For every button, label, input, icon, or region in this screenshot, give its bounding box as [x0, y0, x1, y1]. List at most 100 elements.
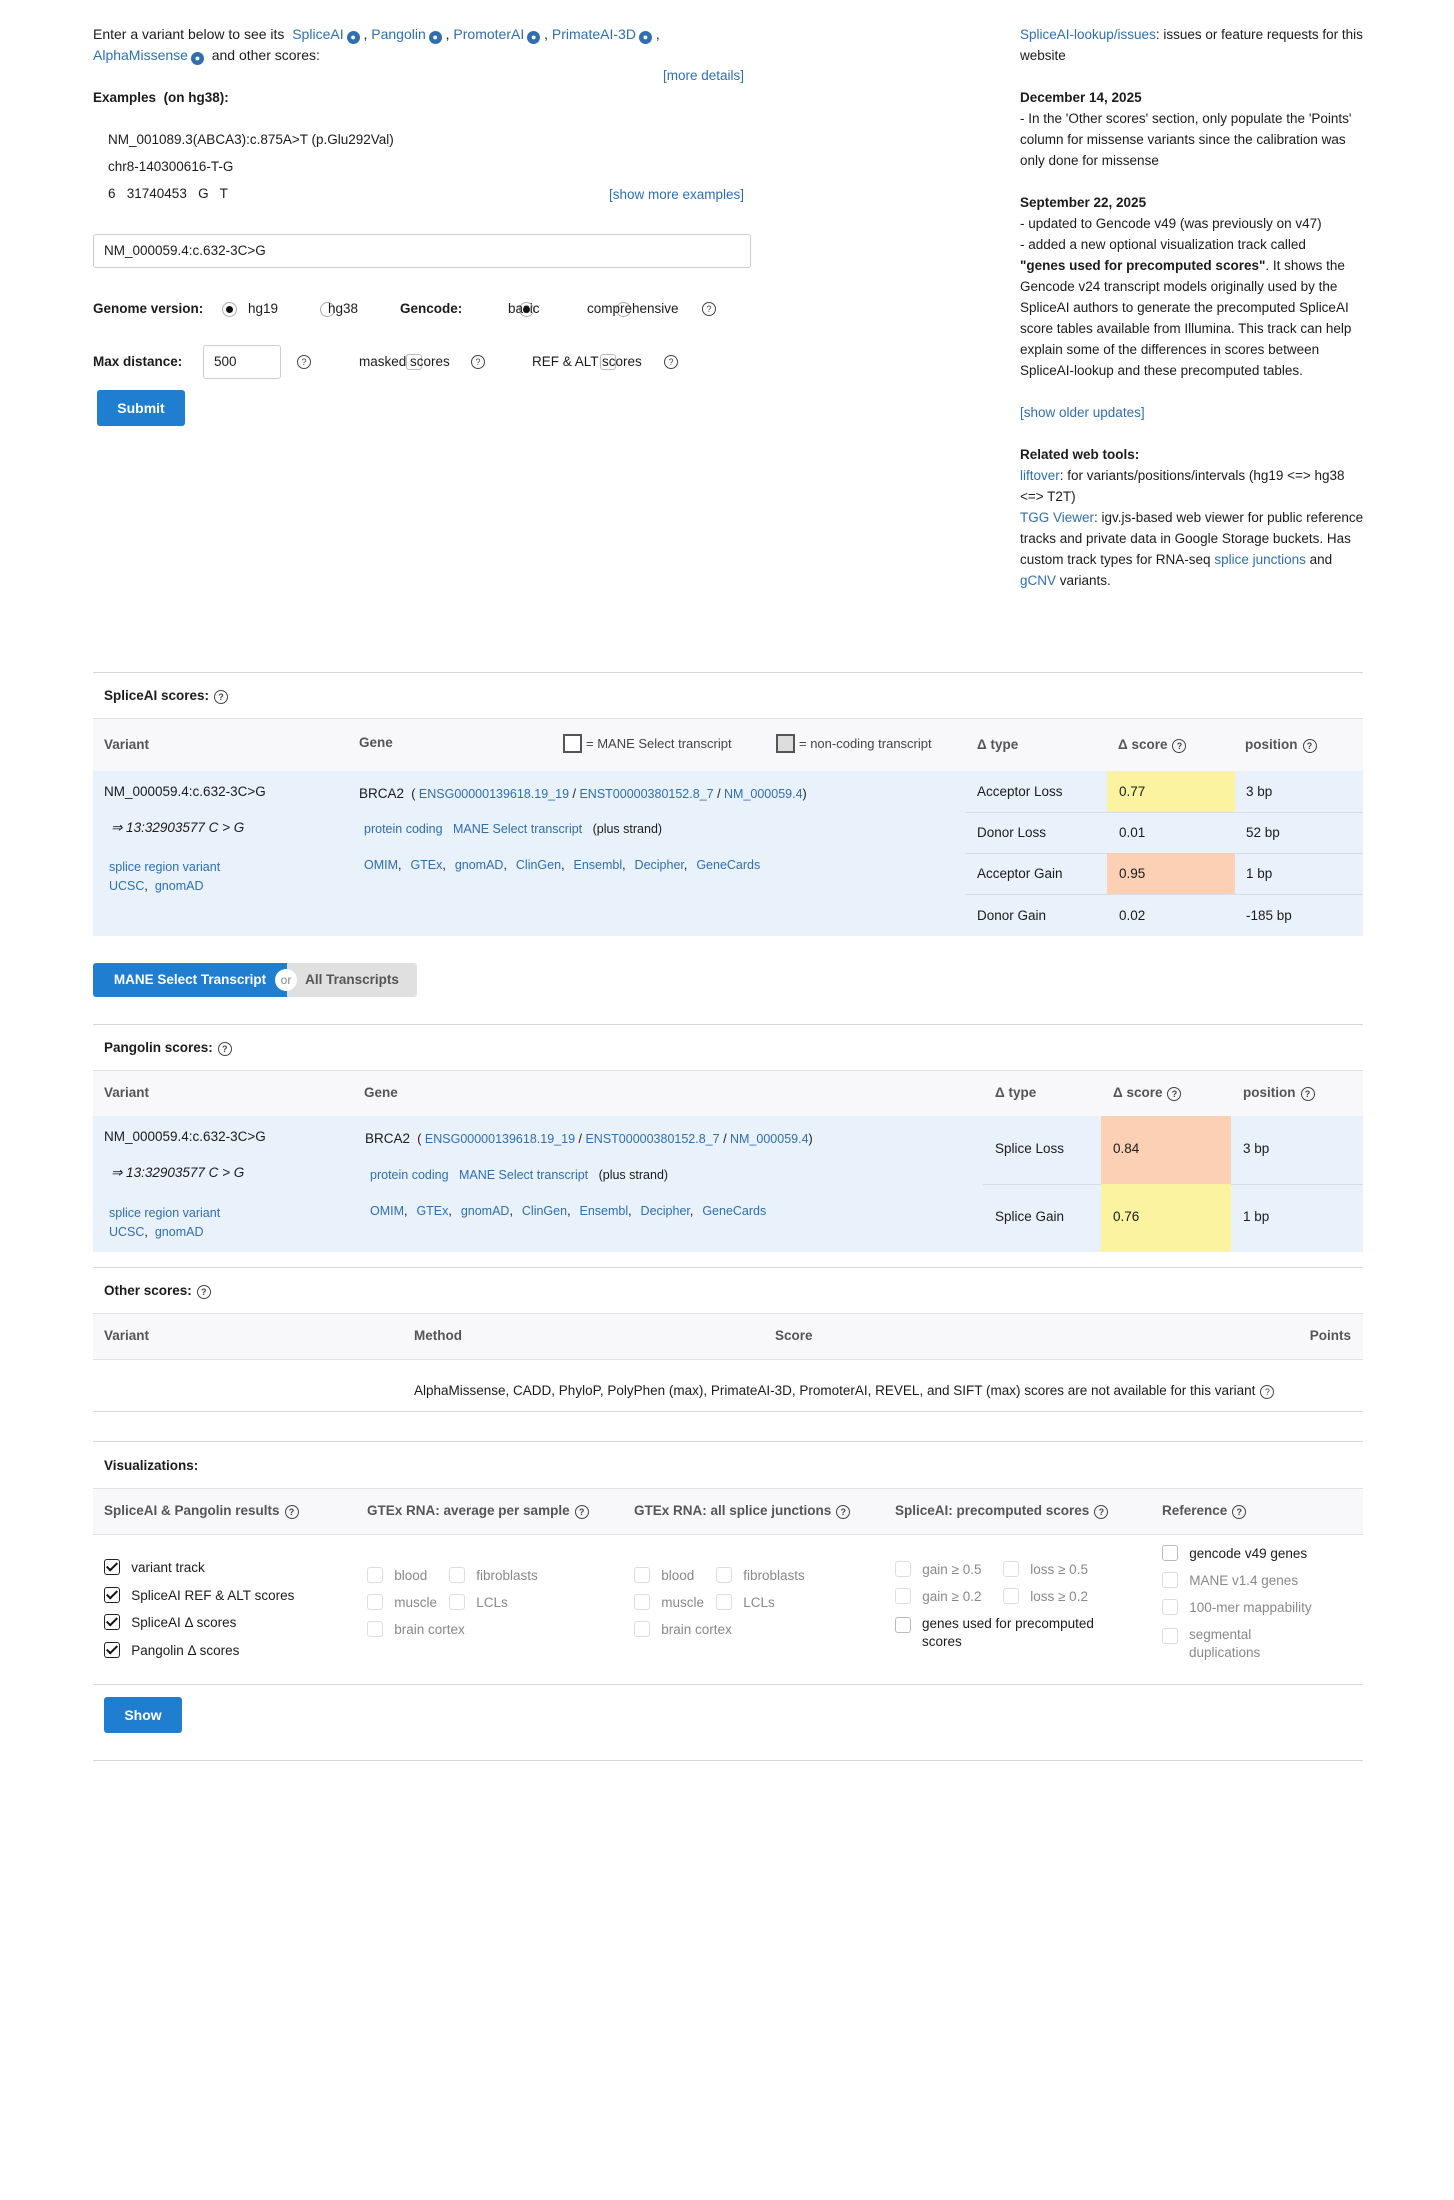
ensembl-link[interactable]: Ensembl: [573, 858, 622, 872]
tgg-viewer-link[interactable]: TGG Viewer: [1020, 510, 1094, 525]
other-scores-message: AlphaMissense, CADD, PhyloP, PolyPhen (m…: [414, 1383, 1275, 1399]
variant-search-input[interactable]: NM_000059.4:c.632-3C>G: [93, 234, 751, 268]
biotype-link[interactable]: protein coding: [370, 1168, 449, 1182]
mane-select-toggle[interactable]: MANE Select Transcript: [93, 963, 287, 997]
primateai-link[interactable]: PrimateAI-3D: [552, 26, 636, 42]
max-distance-input[interactable]: 500: [203, 345, 281, 379]
show-more-examples-link[interactable]: [show more examples]: [609, 187, 744, 202]
help-icon[interactable]: ?: [1094, 1505, 1109, 1519]
junction-blood-checkbox[interactable]: [634, 1567, 650, 1583]
promoterai-link[interactable]: PromoterAI: [453, 26, 524, 42]
junction-muscle-checkbox[interactable]: [634, 1594, 650, 1610]
show-older-updates-link[interactable]: [show older updates]: [1020, 405, 1145, 420]
decipher-link[interactable]: Decipher: [641, 1204, 690, 1218]
junction-fibroblasts-checkbox[interactable]: [716, 1567, 732, 1583]
gtex-muscle-checkbox[interactable]: [367, 1594, 383, 1610]
decipher-link[interactable]: Decipher: [635, 858, 684, 872]
nm-link[interactable]: NM_000059.4: [730, 1132, 809, 1146]
github-icon[interactable]: ●: [638, 31, 652, 44]
issues-link[interactable]: SpliceAI-lookup/issues: [1020, 27, 1156, 42]
ucsc-link[interactable]: UCSC: [109, 879, 144, 893]
ensg-link[interactable]: ENSG00000139618.19_19: [425, 1132, 575, 1146]
gnomad-link[interactable]: gnomAD: [155, 879, 204, 893]
spliceai-delta-checkbox[interactable]: [104, 1614, 120, 1630]
help-icon[interactable]: ?: [664, 355, 678, 369]
variant-track-checkbox[interactable]: [104, 1559, 120, 1575]
alphamissense-link[interactable]: AlphaMissense: [93, 47, 188, 63]
more-details-link[interactable]: [more details]: [663, 68, 744, 83]
enst-link[interactable]: ENST00000380152.8_7: [585, 1132, 719, 1146]
help-icon[interactable]: ?: [1232, 1505, 1247, 1519]
clingen-link[interactable]: ClinGen: [516, 858, 561, 872]
nm-link[interactable]: NM_000059.4: [724, 787, 803, 801]
help-icon[interactable]: ?: [1302, 739, 1317, 753]
example-item[interactable]: chr8-140300616-T-G: [108, 159, 233, 174]
help-icon[interactable]: ?: [836, 1505, 851, 1519]
loss-05-checkbox[interactable]: [1003, 1561, 1019, 1577]
github-icon[interactable]: ●: [190, 52, 204, 65]
help-icon[interactable]: ?: [574, 1505, 589, 1519]
mappability-checkbox[interactable]: [1162, 1599, 1178, 1615]
gtex-lcls-checkbox[interactable]: [449, 1594, 465, 1610]
omim-link[interactable]: OMIM: [364, 858, 398, 872]
help-icon[interactable]: ?: [471, 355, 485, 369]
ensembl-link[interactable]: Ensembl: [579, 1204, 628, 1218]
help-icon[interactable]: ?: [1260, 1385, 1275, 1399]
help-icon[interactable]: ?: [284, 1505, 299, 1519]
gtex-link[interactable]: GTEx: [410, 858, 442, 872]
show-button[interactable]: Show: [104, 1697, 182, 1733]
clingen-link[interactable]: ClinGen: [522, 1204, 567, 1218]
consequence-link[interactable]: splice region variant: [109, 860, 220, 874]
submit-button[interactable]: Submit: [97, 390, 185, 426]
enst-link[interactable]: ENST00000380152.8_7: [579, 787, 713, 801]
junction-lcls-checkbox[interactable]: [716, 1594, 732, 1610]
mane-genes-checkbox[interactable]: [1162, 1572, 1178, 1588]
gencode-genes-checkbox[interactable]: [1162, 1545, 1178, 1561]
viz-results-options: variant track SpliceAI REF & ALT scores …: [104, 1554, 294, 1664]
pangolin-delta-checkbox[interactable]: [104, 1641, 120, 1658]
biotype-link[interactable]: protein coding: [364, 822, 443, 836]
gnomad-gene-link[interactable]: gnomAD: [455, 858, 504, 872]
genecards-link[interactable]: GeneCards: [696, 858, 760, 872]
help-icon[interactable]: ?: [196, 1285, 211, 1299]
genes-precomputed-checkbox[interactable]: [895, 1617, 911, 1633]
gain-05-checkbox[interactable]: [895, 1561, 911, 1577]
segdup-checkbox[interactable]: [1162, 1628, 1178, 1644]
ucsc-link[interactable]: UCSC: [109, 1225, 144, 1239]
github-icon[interactable]: ●: [527, 31, 541, 44]
gain-02-checkbox[interactable]: [895, 1588, 911, 1604]
mane-select-link[interactable]: MANE Select transcript: [459, 1168, 588, 1182]
example-item[interactable]: NM_001089.3(ABCA3):c.875A>T (p.Glu292Val…: [108, 132, 394, 147]
splice-junctions-link[interactable]: splice junctions: [1214, 552, 1306, 567]
spliceai-link[interactable]: SpliceAI: [292, 26, 343, 42]
junction-brain-checkbox[interactable]: [634, 1621, 650, 1637]
help-icon[interactable]: ?: [297, 355, 311, 369]
pangolin-link[interactable]: Pangolin: [371, 26, 426, 42]
example-item[interactable]: 6 31740453 G T: [108, 186, 228, 201]
loss-02-checkbox[interactable]: [1003, 1588, 1019, 1604]
genecards-link[interactable]: GeneCards: [702, 1204, 766, 1218]
spliceai-ref-alt-checkbox[interactable]: [104, 1586, 120, 1603]
gtex-fibroblasts-checkbox[interactable]: [449, 1567, 465, 1583]
gnomad-gene-link[interactable]: gnomAD: [461, 1204, 510, 1218]
consequence-link[interactable]: splice region variant: [109, 1206, 220, 1220]
liftover-link[interactable]: liftover: [1020, 468, 1060, 483]
help-icon[interactable]: ?: [1172, 739, 1187, 753]
mane-select-link[interactable]: MANE Select transcript: [453, 822, 582, 836]
all-transcripts-toggle[interactable]: All Transcripts: [287, 963, 417, 997]
github-icon[interactable]: ●: [346, 31, 360, 44]
gtex-link[interactable]: GTEx: [416, 1204, 448, 1218]
help-icon[interactable]: ?: [214, 690, 229, 704]
help-icon[interactable]: ?: [1167, 1087, 1182, 1101]
github-icon[interactable]: ●: [428, 31, 442, 44]
omim-link[interactable]: OMIM: [370, 1204, 404, 1218]
help-icon[interactable]: ?: [702, 302, 716, 316]
help-icon[interactable]: ?: [217, 1042, 232, 1056]
hg19-radio[interactable]: [222, 302, 237, 317]
help-icon[interactable]: ?: [1300, 1087, 1315, 1101]
gnomad-link[interactable]: gnomAD: [155, 1225, 204, 1239]
gtex-blood-checkbox[interactable]: [367, 1567, 383, 1583]
gcnv-link[interactable]: gCNV: [1020, 573, 1056, 588]
ensg-link[interactable]: ENSG00000139618.19_19: [419, 787, 569, 801]
gtex-brain-checkbox[interactable]: [367, 1621, 383, 1637]
